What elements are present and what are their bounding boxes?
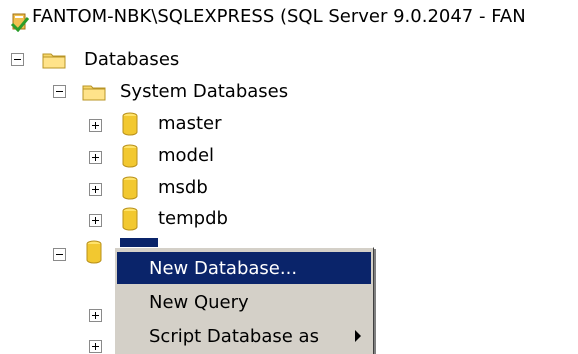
server-label: FANTOM-NBK\SQLEXPRESS (SQL Server 9.0.20… [32,6,526,27]
master-expand-toggle[interactable] [89,119,102,132]
object-explorer: FANTOM-NBK\SQLEXPRESS (SQL Server 9.0.20… [0,0,578,354]
server-icon [10,13,30,32]
database-label-master[interactable]: master [158,111,221,137]
selected-database-collapse-toggle[interactable] [53,248,66,261]
menu-item-label: Script Database as [149,325,319,347]
database-label-msdb[interactable]: msdb [158,175,208,201]
menu-item-new-query[interactable]: New Query [117,286,371,318]
system-databases-collapse-toggle[interactable] [53,85,66,98]
folder-icon [42,53,66,69]
database-icon [86,240,102,264]
system-databases-label[interactable]: System Databases [120,79,288,105]
msdb-expand-toggle[interactable] [89,183,102,196]
menu-item-label: New Query [149,291,249,313]
context-menu: New Database... New Query Script Databas… [114,247,374,354]
menu-item-label: New Database... [149,257,298,279]
databases-label[interactable]: Databases [84,47,179,73]
menu-item-new-database[interactable]: New Database... [117,252,371,284]
child-expand-toggle[interactable] [89,340,102,353]
tempdb-expand-toggle[interactable] [89,214,102,227]
database-icon [122,207,138,231]
folder-icon [82,85,106,101]
child-expand-toggle[interactable] [89,309,102,322]
model-expand-toggle[interactable] [89,151,102,164]
database-icon [122,112,138,136]
submenu-arrow-icon [355,330,361,342]
database-label-model[interactable]: model [158,143,214,169]
database-label-tempdb[interactable]: tempdb [158,206,228,232]
database-icon [122,176,138,200]
databases-collapse-toggle[interactable] [11,53,24,66]
database-icon [122,144,138,168]
menu-item-script-database-as[interactable]: Script Database as [117,320,371,352]
